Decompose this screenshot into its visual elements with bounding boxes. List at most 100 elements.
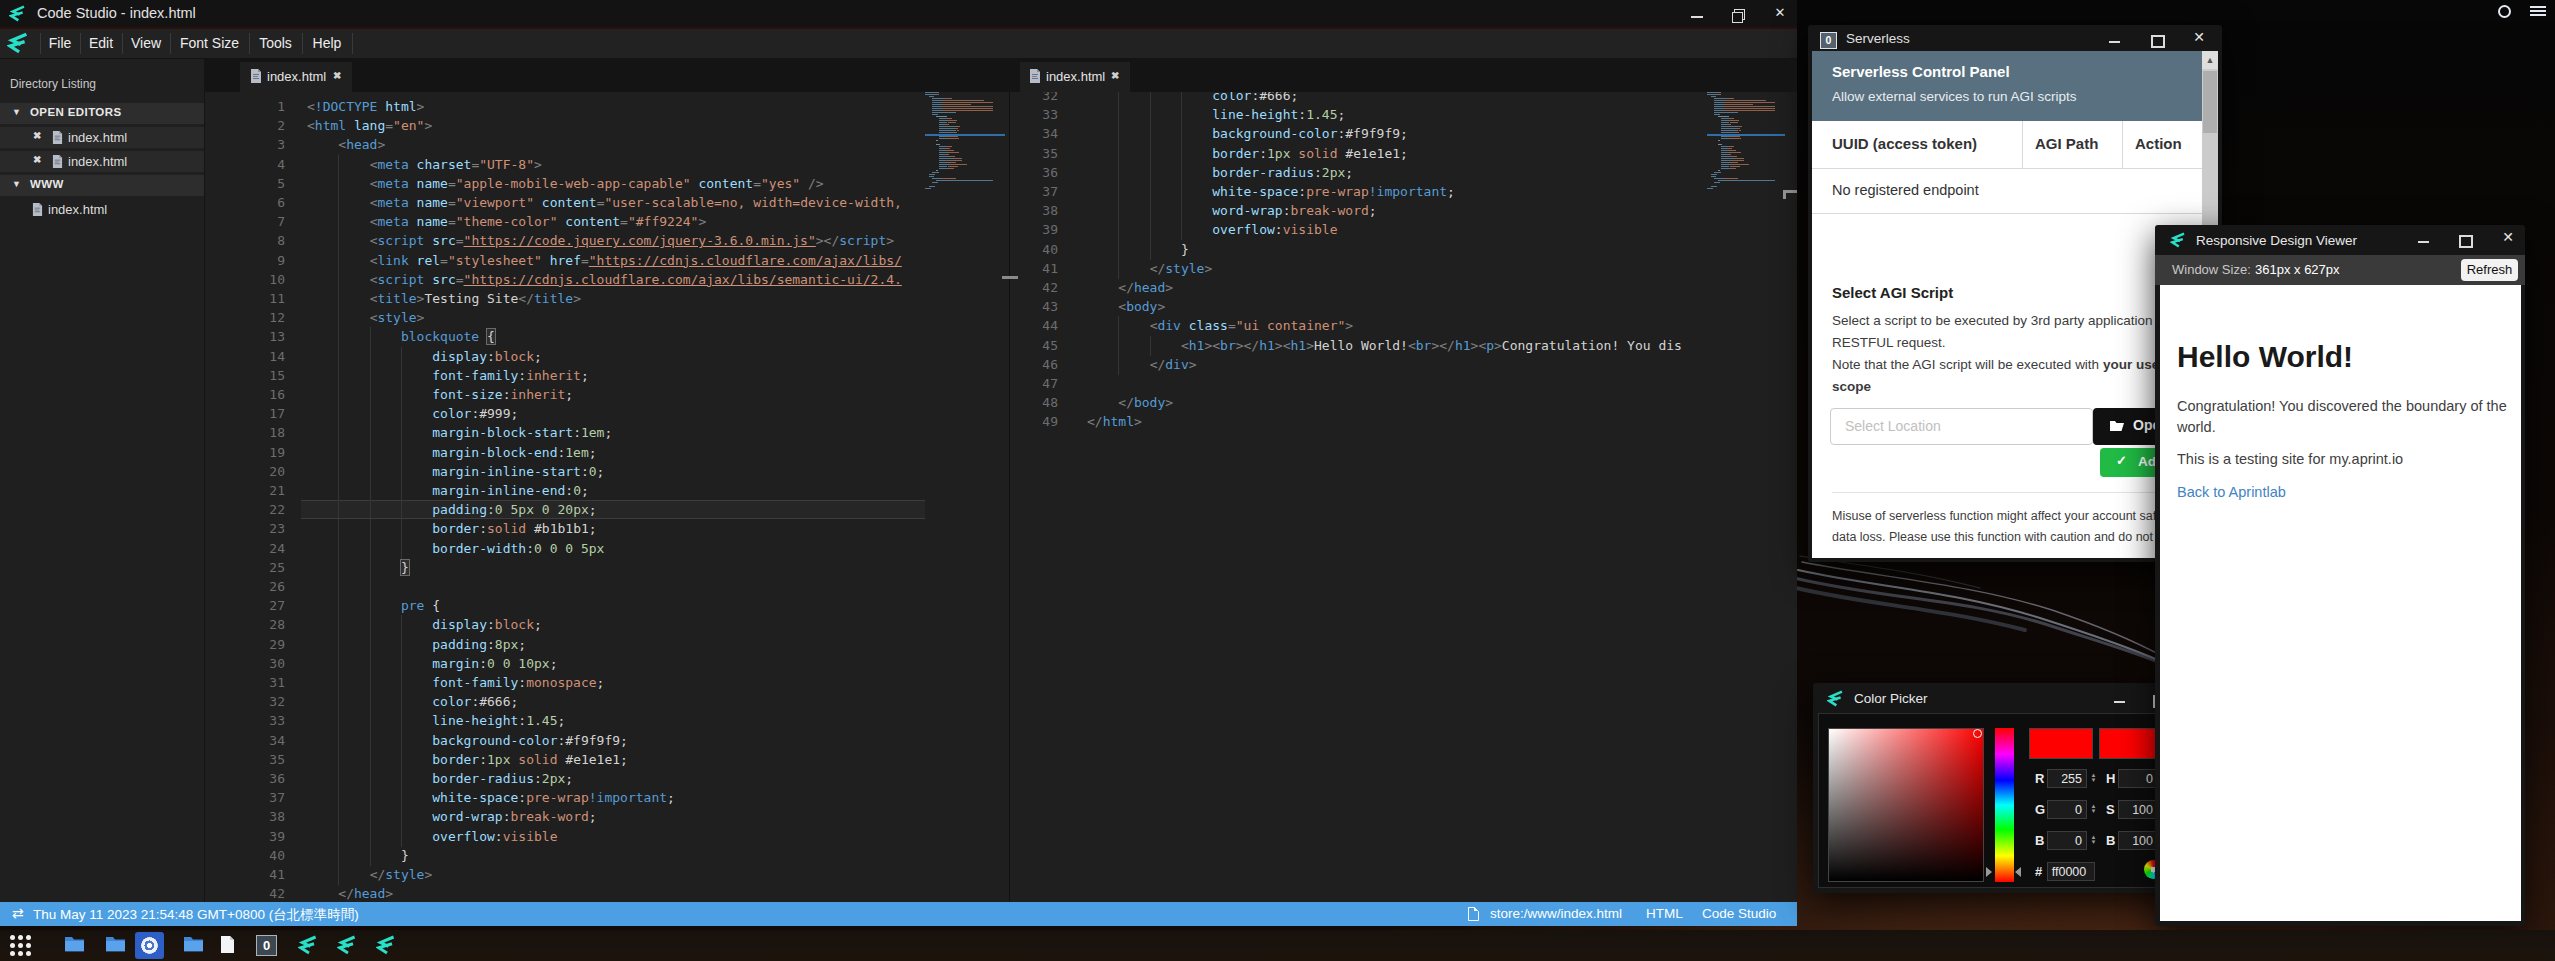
taskbar-icon-folder[interactable] (64, 935, 85, 956)
menu-item-edit[interactable]: Edit (80, 29, 122, 58)
line-number: 45 (1010, 336, 1058, 355)
taskbar-icon-folder[interactable] (183, 935, 204, 956)
editor-pane-2[interactable]: 32 color:#666;33 line-height:1.45;34 bac… (1010, 59, 1797, 902)
minimap-line (947, 168, 954, 169)
sync-status-icon[interactable] (2498, 5, 2511, 18)
sidebar-item-index.html[interactable]: index.html (0, 199, 205, 220)
minimap-line (1727, 98, 1734, 99)
r-input[interactable]: 255 (2047, 769, 2087, 788)
minimap-line (936, 170, 938, 171)
sidebar-section-www[interactable]: ▼WWW (0, 175, 205, 196)
saturation-value-field[interactable] (1828, 728, 1984, 882)
minimap-line (1714, 172, 1721, 173)
minimap[interactable] (1707, 92, 1785, 202)
hue-slider[interactable] (1995, 728, 2014, 882)
menu-item-help[interactable]: Help (302, 29, 352, 58)
sync-arrows-icon[interactable]: ⇄ (12, 905, 24, 921)
status-file-path[interactable]: store:/www/index.html (1490, 906, 1622, 921)
minimap-line (1714, 106, 1725, 107)
tab-index-html-2[interactable]: index.html ✖ (1020, 62, 1130, 92)
minimize-button[interactable] (2108, 35, 2124, 51)
sidebar-item-index.html[interactable]: ✖index.html (0, 151, 205, 172)
menu-item-font-size[interactable]: Font Size (170, 29, 249, 58)
indent-guide (1150, 144, 1151, 164)
minimap-line (1714, 182, 1719, 183)
code-line: margin:0 0 10px; (307, 654, 925, 674)
select-location-input[interactable]: Select Location (1830, 408, 2093, 445)
taskbar-icon-zero-app[interactable]: 0 (256, 935, 277, 956)
minimize-button[interactable] (1690, 9, 1706, 25)
minimap-line (1737, 132, 1740, 133)
hue-input[interactable]: 0 (2118, 769, 2158, 788)
minimap-line (948, 122, 956, 123)
status-app-name[interactable]: Code Studio (1702, 906, 1776, 921)
close-button[interactable]: ✕ (1772, 5, 1788, 21)
indent-guide (370, 673, 371, 693)
saturation-input[interactable]: 100 (2118, 800, 2158, 819)
status-time[interactable]: Thu May 11 2023 21:54:48 GMT+0800 (台北標準時… (33, 906, 359, 924)
close-icon[interactable]: ✖ (33, 130, 41, 141)
code-line: padding:0 5px 0 20px; (307, 500, 925, 520)
page-link[interactable]: Back to Aprintlab (2177, 484, 2286, 500)
taskbar-icon-code-studio[interactable] (337, 935, 358, 956)
minimize-button[interactable] (2417, 235, 2433, 251)
editor-pane-1[interactable]: 1<!DOCTYPE html>2<html lang="en">3 <head… (205, 59, 1009, 902)
line-number: 1 (205, 97, 285, 116)
menu-item-view[interactable]: View (122, 29, 170, 58)
hue-marker-left[interactable] (1986, 867, 1992, 877)
previous-color-swatch (2099, 728, 2163, 759)
brightness-input[interactable]: 100 (2118, 831, 2158, 850)
tab-close-icon[interactable]: ✖ (1111, 70, 1119, 81)
taskbar-icon-code-studio[interactable] (298, 935, 319, 956)
stepper-icon[interactable]: ▲▼ (2089, 835, 2098, 845)
maximize-button[interactable] (2458, 233, 2474, 249)
line-number: 9 (205, 251, 285, 270)
b-input[interactable]: 0 (2047, 831, 2087, 850)
minimap-line (942, 100, 984, 101)
tab-index-html-1[interactable]: index.html ✖ (240, 62, 352, 92)
stepper-icon[interactable]: ▲▼ (2089, 773, 2098, 783)
menu-icon[interactable] (2530, 6, 2546, 18)
sidebar-section-open-editors[interactable]: ▼OPEN EDITORS (0, 103, 205, 124)
refresh-button[interactable]: Refresh (2461, 259, 2518, 281)
panel-title: Serverless Control Panel (1832, 63, 2010, 80)
line-number: 38 (1010, 201, 1058, 220)
status-language[interactable]: HTML (1646, 906, 1683, 921)
taskbar-icon-document[interactable] (220, 935, 241, 956)
scrollbar-up-arrow[interactable]: ▲ (2202, 51, 2218, 69)
taskbar-icon-folder[interactable] (105, 935, 126, 956)
taskbar-icon-media-disc[interactable] (139, 935, 160, 956)
minimap-line (1727, 160, 1744, 161)
maximize-button[interactable] (2150, 33, 2166, 49)
g-input[interactable]: 0 (2047, 800, 2087, 819)
indent-guide (370, 519, 371, 539)
window-title: Code Studio - index.html (37, 5, 196, 21)
tab-close-icon[interactable]: ✖ (333, 70, 341, 81)
hue-marker-right[interactable] (2015, 867, 2021, 877)
stepper-icon[interactable]: ▲▼ (2089, 804, 2098, 814)
close-button[interactable]: ✕ (2500, 229, 2516, 245)
minimap-line (939, 120, 949, 121)
b-label: B (2035, 833, 2044, 848)
restore-button[interactable] (1731, 7, 1747, 23)
taskbar-icon-app-grid[interactable] (10, 935, 31, 956)
minimap-line (943, 110, 993, 111)
hex-input[interactable]: ff0000 (2047, 862, 2095, 881)
serverless-header: Serverless Control Panel Allow external … (1812, 51, 2202, 121)
line-number: 34 (205, 731, 285, 750)
scrollbar-thumb[interactable] (2203, 71, 2217, 133)
minimap-line (946, 146, 952, 147)
menu-item-tools[interactable]: Tools (249, 29, 302, 58)
code-line: blockquote { (307, 327, 925, 347)
indent-guide (401, 769, 402, 789)
minimize-button[interactable] (2113, 695, 2129, 711)
indent-guide (1150, 182, 1151, 202)
minimap[interactable] (925, 92, 1005, 202)
close-icon[interactable]: ✖ (33, 154, 41, 165)
menu-item-file[interactable]: File (40, 29, 80, 58)
minimap-line (1714, 98, 1727, 99)
sidebar-item-index.html[interactable]: ✖index.html (0, 127, 205, 148)
close-button[interactable]: ✕ (2191, 29, 2207, 45)
code-line: border:1px solid #e1e1e1; (307, 750, 925, 770)
taskbar-icon-code-studio[interactable] (376, 935, 397, 956)
